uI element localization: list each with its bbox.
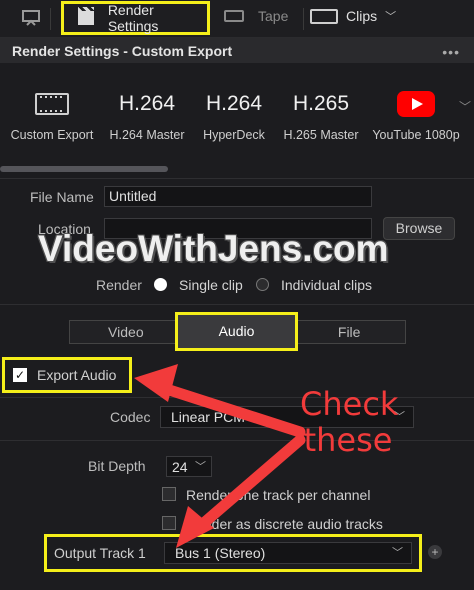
annotation-arrows (134, 364, 306, 548)
annotation-text: Check these (300, 385, 399, 459)
watermark-text: VideoWithJens.com (38, 228, 389, 269)
annotation-line-2: these (303, 421, 393, 459)
annotation-line-1: Check (300, 385, 399, 423)
